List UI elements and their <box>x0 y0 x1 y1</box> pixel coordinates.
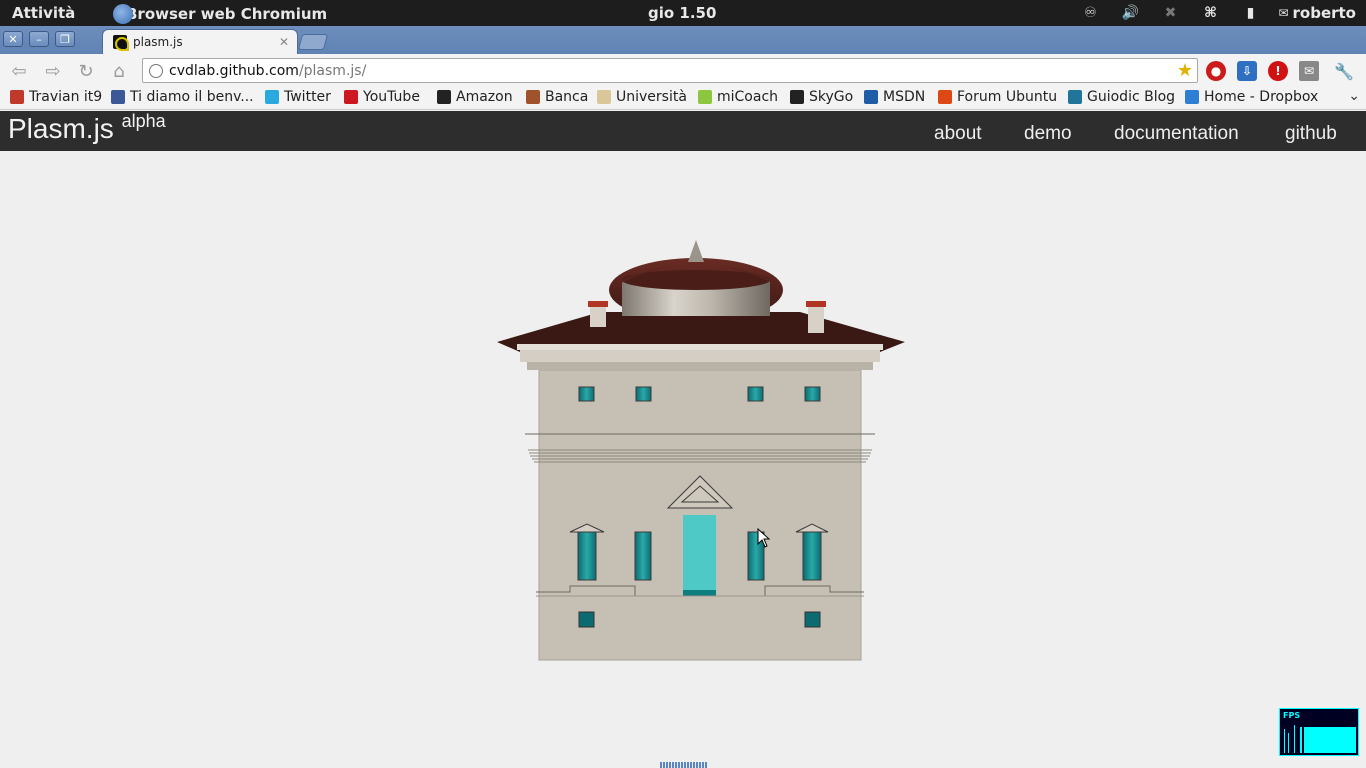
webgl-viewport[interactable] <box>0 151 1366 763</box>
user-name: roberto <box>1292 4 1357 22</box>
system-top-panel: Attività Browser web Chromium gio 1.50 ♾… <box>0 0 1366 26</box>
address-bar[interactable]: cvdlab.github.com /plasm.js/ ★ <box>142 58 1198 83</box>
bookmark-item[interactable]: miCoach <box>698 89 778 105</box>
wordpress-icon <box>1068 90 1082 104</box>
bookmark-label: miCoach <box>717 89 779 105</box>
bookmark-item[interactable]: Università <box>597 89 687 105</box>
bookmark-item[interactable]: Forum Ubuntu <box>938 89 1057 105</box>
bookmark-item[interactable]: SkyGo <box>790 89 853 105</box>
tab-strip: ✕ – ❐ plasm.js ✕ <box>0 26 1366 54</box>
user-menu[interactable]: ✉ roberto <box>1278 4 1356 22</box>
bookmark-item[interactable]: Home - Dropbox <box>1185 89 1318 105</box>
bookmark-label: Università <box>616 89 687 105</box>
alert-extension-icon[interactable]: ! <box>1268 61 1288 81</box>
bookmark-item[interactable]: Twitter <box>265 89 331 105</box>
reload-icon[interactable]: ↻ <box>75 60 97 82</box>
site-navbar: Plasm.js alpha about demo documentation … <box>0 111 1366 151</box>
nav-github[interactable]: github <box>1285 123 1337 145</box>
wifi-icon[interactable]: ⌘ <box>1190 3 1230 23</box>
plasmjs-favicon-icon <box>113 35 129 51</box>
bookmark-label: Twitter <box>284 89 331 105</box>
more-bookmarks-chevron-down-icon[interactable]: ⌄ <box>1348 88 1360 104</box>
bookmarks-bar: Travian it9 Ti diamo il benv... Twitter You… <box>0 86 1366 110</box>
mouse-cursor-icon <box>757 528 771 548</box>
brand-name: Plasm.js <box>8 113 114 144</box>
mail-extension-icon[interactable]: ✉ <box>1299 61 1319 81</box>
app-menu[interactable]: Browser web Chromium <box>110 4 327 24</box>
adblock-extension-icon[interactable]: ● <box>1206 61 1226 81</box>
app-menu-label: Browser web Chromium <box>126 5 328 23</box>
ubuntu-icon <box>938 90 952 104</box>
bookmark-label: Amazon <box>456 89 513 105</box>
villa-3d-model[interactable] <box>0 151 1366 763</box>
volume-icon[interactable]: 🔊 <box>1110 3 1150 23</box>
bookmark-label: YouTube <box>363 89 420 105</box>
bookmark-item[interactable]: Amazon <box>437 89 513 105</box>
bookmark-label: Forum Ubuntu <box>957 89 1058 105</box>
home-icon[interactable]: ⌂ <box>108 60 130 82</box>
folder-icon <box>597 90 611 104</box>
download-extension-icon[interactable]: ⇩ <box>1237 61 1257 81</box>
clock[interactable]: gio 1.50 <box>648 4 716 22</box>
wrench-menu-icon[interactable]: 🔧 <box>1334 61 1354 81</box>
close-tab-icon[interactable]: ✕ <box>279 35 289 49</box>
bookmark-star-icon[interactable]: ★ <box>1177 60 1193 81</box>
sky-icon <box>790 90 804 104</box>
bookmark-label: SkyGo <box>809 89 854 105</box>
bookmark-label: Home - Dropbox <box>1204 89 1319 105</box>
amazon-icon <box>437 90 451 104</box>
banca-icon <box>526 90 540 104</box>
accessibility-icon[interactable]: ♾ <box>1070 3 1110 23</box>
system-tray: ♾ 🔊 ✖ ⌘ ▮ ✉ roberto <box>1070 3 1356 23</box>
bluetooth-icon[interactable]: ✖ <box>1150 3 1190 23</box>
bookmark-item[interactable]: YouTube <box>344 89 420 105</box>
travian-icon <box>10 90 24 104</box>
fps-graph <box>1284 725 1356 753</box>
page-info-icon[interactable] <box>149 63 163 78</box>
close-window-icon[interactable]: ✕ <box>3 31 23 47</box>
bookmark-label: Banca <box>545 89 589 105</box>
brand-tag: alpha <box>121 111 166 131</box>
bookmark-item[interactable]: Banca <box>526 89 588 105</box>
bookmark-item[interactable]: Ti diamo il benv... <box>111 89 254 105</box>
maximize-window-icon[interactable]: ❐ <box>55 31 75 47</box>
msdn-icon <box>864 90 878 104</box>
bookmark-label: Travian it9 <box>29 89 103 105</box>
user-status-icon: ✉ <box>1278 6 1289 20</box>
nav-about[interactable]: about <box>934 123 982 145</box>
bookmark-item[interactable]: Guiodic Blog <box>1068 89 1175 105</box>
url-path: /plasm.js/ <box>298 62 367 79</box>
minimize-window-icon[interactable]: – <box>29 31 49 47</box>
activities-button[interactable]: Attività <box>12 4 75 22</box>
nav-documentation[interactable]: documentation <box>1114 123 1239 145</box>
tab-title: plasm.js <box>133 35 183 49</box>
site-brand[interactable]: Plasm.js alpha <box>8 111 166 145</box>
bookmark-item[interactable]: Travian it9 <box>10 89 102 105</box>
micoach-icon <box>698 90 712 104</box>
chromium-logo-icon <box>113 4 133 24</box>
bookmark-item[interactable]: MSDN <box>864 89 925 105</box>
forward-icon[interactable]: ⇨ <box>42 60 64 82</box>
youtube-icon <box>344 90 358 104</box>
battery-icon[interactable]: ▮ <box>1230 3 1270 23</box>
new-tab-button[interactable] <box>297 34 329 50</box>
dropbox-icon <box>1185 90 1199 104</box>
fps-stats-widget[interactable]: FPS <box>1279 708 1359 756</box>
facebook-icon <box>111 90 125 104</box>
back-icon[interactable]: ⇦ <box>8 60 30 82</box>
url-host: cvdlab.github.com <box>169 62 299 79</box>
browser-toolbar: ⇦ ⇨ ↻ ⌂ cvdlab.github.com /plasm.js/ ★ ●… <box>0 54 1366 86</box>
bookmark-label: Guiodic Blog <box>1087 89 1176 105</box>
bookmark-label: MSDN <box>883 89 926 105</box>
tab-plasmjs[interactable]: plasm.js ✕ <box>102 29 298 54</box>
resize-handle[interactable] <box>660 762 708 768</box>
twitter-icon <box>265 90 279 104</box>
nav-demo[interactable]: demo <box>1024 123 1072 145</box>
bookmark-label: Ti diamo il benv... <box>130 89 254 105</box>
